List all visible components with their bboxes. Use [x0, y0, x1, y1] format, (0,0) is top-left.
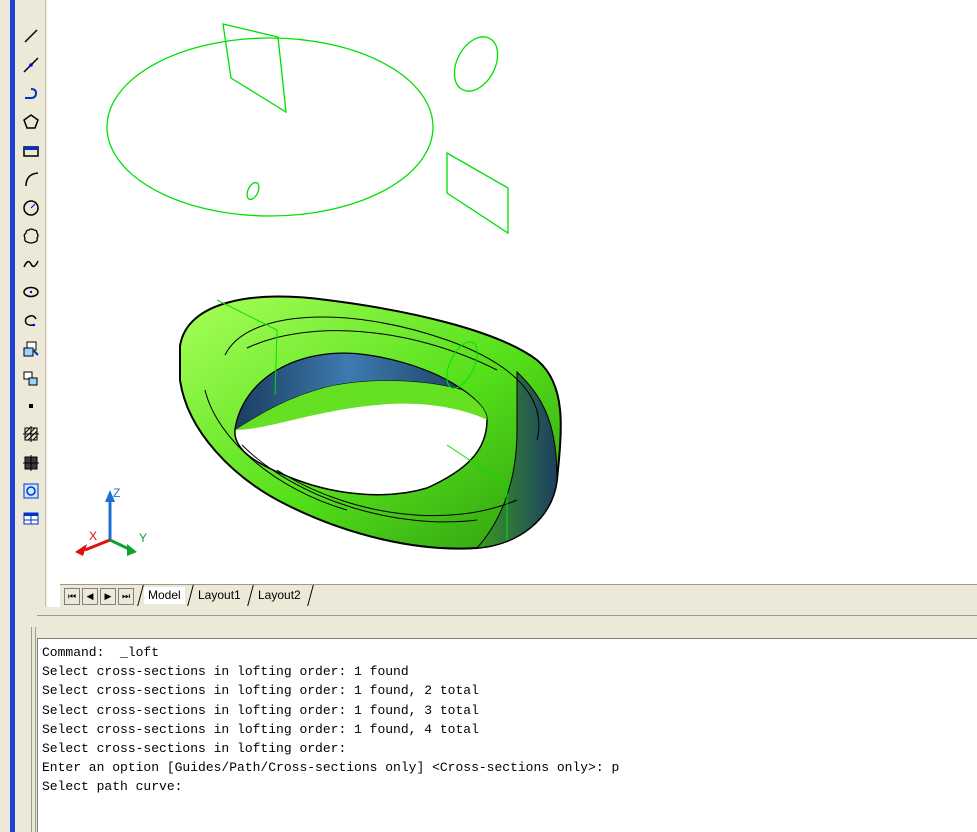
command-line: Select cross-sections in lofting order: … [42, 664, 409, 680]
hatch-icon[interactable] [21, 424, 41, 444]
command-line: Enter an option [Guides/Path/Cross-secti… [42, 760, 620, 776]
insert-block-icon[interactable] [21, 339, 41, 359]
ucs-y-label: Y [139, 531, 147, 545]
command-history[interactable]: Command: _loft Select cross-sections in … [37, 638, 977, 832]
make-block-icon[interactable] [21, 368, 41, 388]
tab-model[interactable]: Model [144, 587, 185, 604]
next-tab-button[interactable]: ▶ [100, 588, 116, 605]
previous-tab-button[interactable]: ◀ [82, 588, 98, 605]
arc-icon[interactable] [21, 169, 41, 189]
cross-section-2 [446, 151, 509, 235]
construction-line-icon[interactable] [21, 55, 41, 75]
command-window-grip[interactable] [17, 607, 36, 832]
gradient-icon[interactable] [21, 453, 41, 473]
region-icon[interactable] [21, 481, 41, 501]
table-icon[interactable] [21, 508, 41, 528]
rectangle-icon[interactable] [21, 141, 41, 161]
last-tab-button[interactable]: ⏭ [118, 588, 134, 605]
point-icon[interactable] [21, 396, 41, 416]
command-line: Command: _loft [42, 645, 160, 660]
polygon-icon[interactable] [21, 112, 41, 132]
command-line: Select cross-sections in lofting order: [42, 740, 347, 756]
first-tab-button[interactable]: ⏮ [64, 588, 80, 605]
ellipse-icon[interactable] [21, 282, 41, 302]
revision-cloud-icon[interactable] [21, 226, 41, 246]
cross-section-4 [246, 181, 260, 201]
cross-section-1 [222, 23, 287, 114]
command-line: Select cross-sections in lofting order: … [42, 721, 479, 737]
spline-icon[interactable] [21, 254, 41, 274]
wireframe-cross-sections [106, 23, 509, 235]
tab-layout2[interactable]: Layout2 [254, 587, 305, 604]
tab-layout1[interactable]: Layout1 [194, 587, 245, 604]
ucs-icon: Z Y X [75, 486, 147, 556]
ucs-z-label: Z [113, 486, 120, 500]
line-icon[interactable] [21, 26, 41, 46]
path-ellipse [106, 37, 434, 217]
layout-tab-strip: ⏮ ◀ ▶ ⏭ Model Layout1 Layout2 [60, 584, 977, 608]
ucs-x-label: X [89, 529, 97, 543]
ellipse-arc-icon[interactable] [21, 311, 41, 331]
cross-section-3 [453, 36, 499, 92]
command-line: Select cross-sections in lofting order: … [42, 702, 479, 718]
circle-icon[interactable] [21, 198, 41, 218]
model-space-drawing: Z Y X [75, 23, 562, 556]
command-prompt[interactable]: Select path curve: [42, 777, 977, 796]
lofted-solid [179, 295, 562, 550]
drawing-canvas[interactable]: Z Y X [47, 0, 977, 584]
command-window: Command: _loft Select cross-sections in … [0, 607, 977, 832]
polyline-icon[interactable] [21, 84, 41, 104]
command-line: Select cross-sections in lofting order: … [42, 683, 479, 699]
draw-toolbar [0, 0, 47, 612]
